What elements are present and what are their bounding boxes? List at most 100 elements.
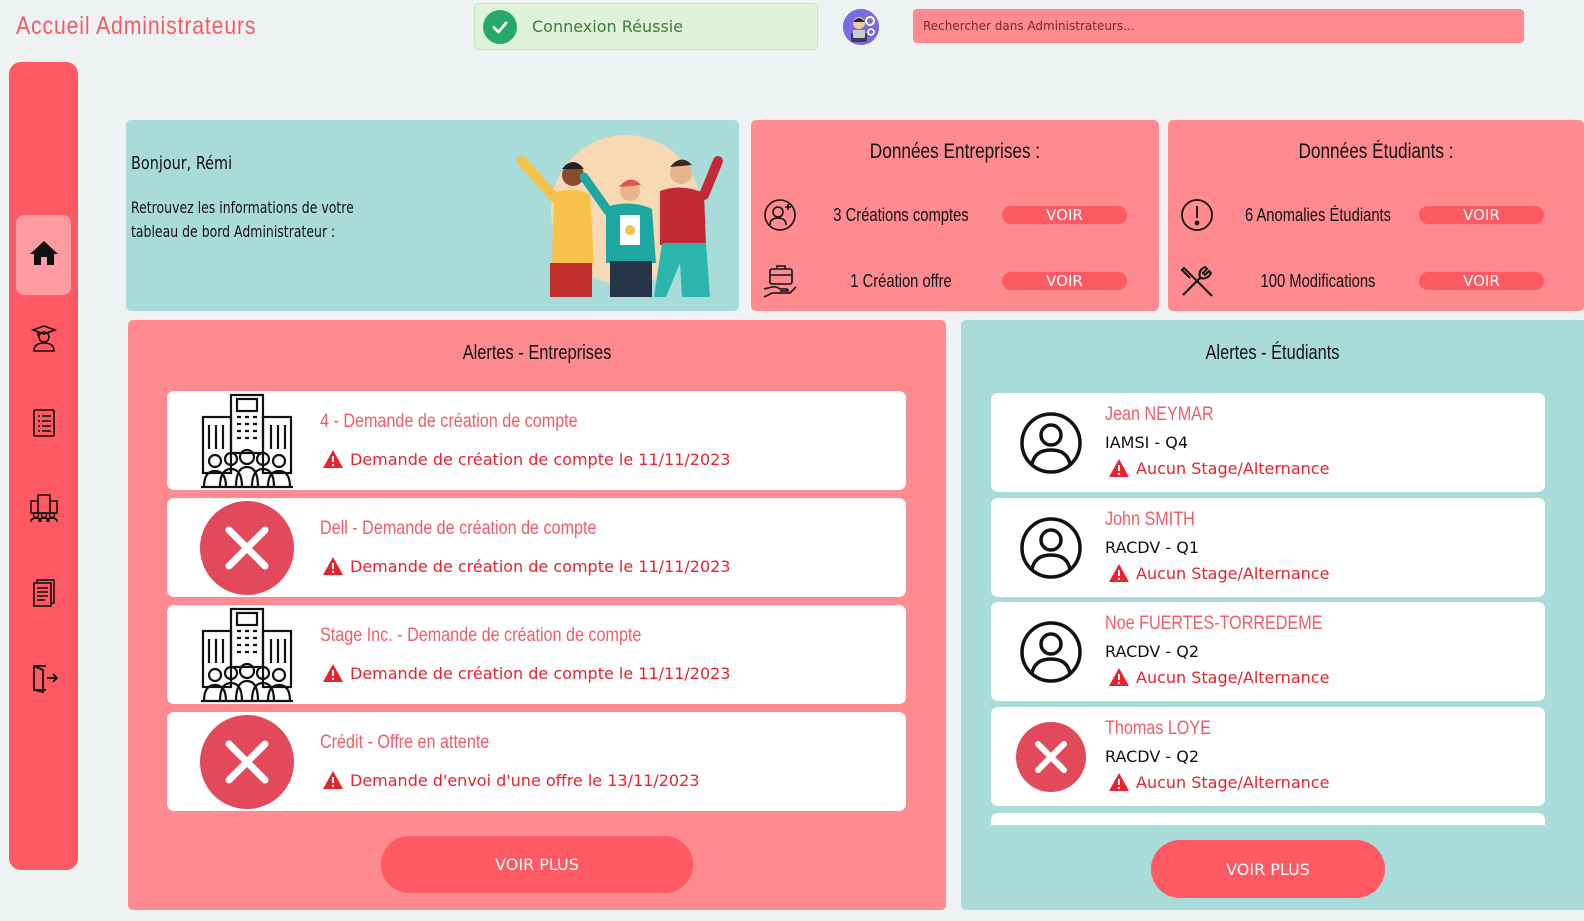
student-alerts-title: Alertes - Étudiants [1205,342,1340,364]
error-x-icon [199,712,295,811]
building-icon [199,391,295,490]
company-alert-heading: Crédit - Offre en attente [320,732,490,753]
add-user-icon [761,196,799,234]
companies-data-title: Données Entreprises : [869,140,1041,163]
company-alert-warning-text: Demande d'envoi d'une offre le 13/11/202… [350,770,700,790]
company-alert-heading: 4 - Demande de création de compte [320,411,578,432]
company-alert-warning: Demande d'envoi d'une offre le 13/11/202… [322,770,699,790]
company-alert-warning-text: Demande de création de compte le 11/11/2… [350,663,731,683]
student-group: RACDV - Q2 [1105,747,1200,766]
sidebar [9,62,78,870]
team-illustration [517,135,723,297]
student-alert-item[interactable]: Thomas LOYE RACDV - Q2 Aucun Stage/Alter… [991,707,1545,806]
toast-message: Connexion Réussie [532,17,684,36]
student-alert-warning: Aucun Stage/Alternance [1108,458,1329,478]
sidebar-item-lists[interactable] [16,385,71,465]
student-alert-warning: Aucun Stage/Alternance [1108,772,1329,792]
students-data-card: Données Étudiants : 6 Anomalies Étudiant… [1168,120,1584,311]
home-icon [29,239,59,271]
companies-accounts-voir-button[interactable]: VOIR [1002,206,1127,224]
briefcase-hand-icon [761,262,799,300]
student-name: Thomas LOYE [1105,718,1211,739]
students-modifications-row: 100 Modifications VOIR [1168,261,1584,301]
companies-offers-label: 1 Création offre [850,270,952,291]
student-alert-warning-text: Aucun Stage/Alternance [1136,772,1330,792]
building-icon [199,605,295,704]
company-alert-item[interactable]: 4 - Demande de création de compte Demand… [167,391,906,490]
user-circle-icon [1015,393,1087,492]
logout-icon [29,663,59,697]
company-alert-warning-text: Demande de création de compte le 11/11/2… [350,556,731,576]
tools-icon [1178,262,1216,300]
error-x-icon [199,498,295,597]
student-alerts-voir-plus-button[interactable]: VOIR PLUS [1151,840,1385,898]
warning-icon [1109,773,1129,791]
company-alerts-voir-plus-button[interactable]: VOIR PLUS [381,836,693,893]
document-icon [31,578,57,612]
sidebar-item-logout[interactable] [16,640,71,720]
graduate-icon [30,324,57,356]
company-alert-heading: Stage Inc. - Demande de création de comp… [320,625,642,646]
warning-icon [323,771,343,789]
student-alert-warning: Aucun Stage/Alternance [1108,563,1329,583]
exclamation-icon [1178,196,1216,234]
companies-accounts-row: 3 Créations comptes VOIR [751,195,1159,235]
company-alerts-panel: Alertes - Entreprises 4 - Demande de cré… [128,320,946,910]
admin-avatar[interactable] [843,9,879,45]
student-name: Jean NEYMAR [1105,404,1214,425]
company-alert-warning-text: Demande de création de compte le 11/11/2… [350,449,731,469]
sidebar-item-documents[interactable] [16,555,71,635]
warning-icon [323,664,343,682]
students-modifications-label: 100 Modifications [1260,270,1376,291]
list-document-icon [31,408,57,442]
students-anomalies-row: 6 Anomalies Étudiants VOIR [1168,195,1584,235]
success-toast: Connexion Réussie [474,3,818,50]
company-alert-item[interactable]: Dell - Demande de création de compte Dem… [167,498,906,597]
warning-icon [323,557,343,575]
student-alert-warning-text: Aucun Stage/Alternance [1136,458,1330,478]
warning-icon [323,450,343,468]
user-circle-icon [1015,498,1087,597]
company-icon [28,493,60,527]
student-alert-item[interactable]: Noe FUERTES-TORREDEME RACDV - Q2 Aucun S… [991,602,1545,701]
company-alert-warning: Demande de création de compte le 11/11/2… [322,663,730,683]
sidebar-item-students[interactable] [16,300,71,380]
student-group: RACDV - Q2 [1105,642,1200,661]
company-alert-warning: Demande de création de compte le 11/11/2… [322,556,730,576]
companies-offers-row: 1 Création offre VOIR [751,261,1159,301]
welcome-greeting: Bonjour, Rémi [131,153,233,174]
company-alert-item[interactable]: Stage Inc. - Demande de création de comp… [167,605,906,704]
welcome-text: Retrouvez les informations de votre tabl… [131,198,354,241]
students-anomalies-label: 6 Anomalies Étudiants [1244,204,1392,225]
search-input[interactable] [913,9,1524,43]
company-alert-item[interactable]: Crédit - Offre en attente Demande d'envo… [167,712,906,811]
students-modifications-voir-button[interactable]: VOIR [1419,272,1544,290]
student-alerts-panel: Alertes - Étudiants Jean NEYMAR IAMSI - … [961,320,1584,910]
student-alert-item[interactable]: John SMITH RACDV - Q1 Aucun Stage/Altern… [991,498,1545,597]
student-alert-item[interactable]: Jean NEYMAR IAMSI - Q4 Aucun Stage/Alter… [991,393,1545,492]
companies-data-card: Données Entreprises : 3 Créations compte… [751,120,1159,311]
sidebar-item-companies[interactable] [16,470,71,550]
company-alert-warning: Demande de création de compte le 11/11/2… [322,449,730,469]
students-anomalies-voir-button[interactable]: VOIR [1419,206,1544,224]
student-group: RACDV - Q1 [1105,538,1200,557]
companies-offers-voir-button[interactable]: VOIR [1002,272,1127,290]
error-x-icon [1015,707,1087,806]
student-name: Noe FUERTES-TORREDEME [1105,613,1323,634]
warning-icon [1109,564,1129,582]
student-name: John SMITH [1105,509,1195,530]
students-data-title: Données Étudiants : [1298,140,1454,163]
checkmark-icon [483,9,517,44]
welcome-card: Bonjour, Rémi Retrouvez les informations… [126,120,739,311]
warning-icon [1109,459,1129,477]
student-alert-warning-text: Aucun Stage/Alternance [1136,563,1330,583]
sidebar-item-home[interactable] [16,215,71,295]
user-circle-icon [1015,602,1087,701]
student-alert-warning: Aucun Stage/Alternance [1108,667,1329,687]
warning-icon [1109,668,1129,686]
company-alerts-title: Alertes - Entreprises [462,342,612,364]
student-alert-item-partial [991,813,1545,825]
page-title: Accueil Administrateurs [16,12,257,40]
companies-accounts-label: 3 Créations comptes [833,204,969,225]
company-alert-heading: Dell - Demande de création de compte [320,518,597,539]
